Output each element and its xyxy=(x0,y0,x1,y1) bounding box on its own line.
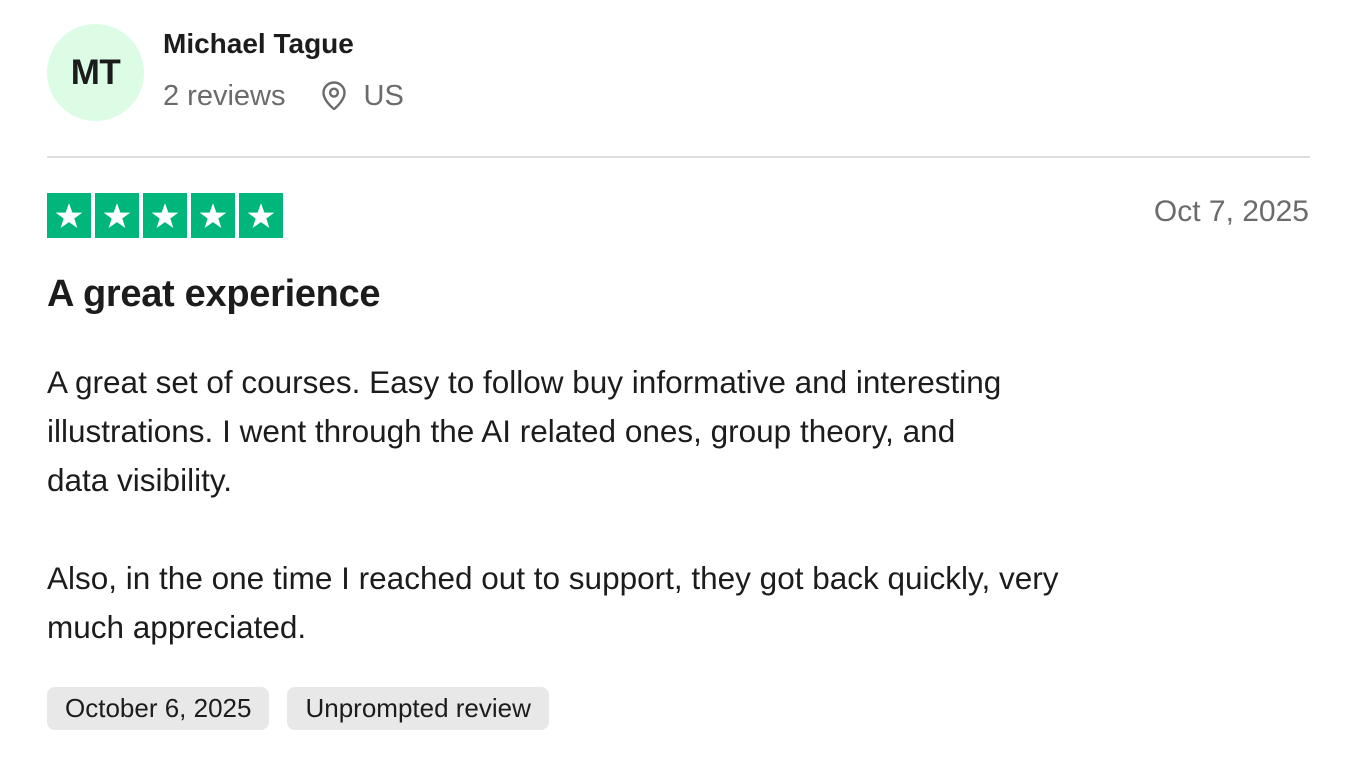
review-paragraph: Also, in the one time I reached out to s… xyxy=(47,554,1247,652)
review-line: Also, in the one time I reached out to s… xyxy=(47,560,1059,596)
review-tags: October 6, 2025 Unprompted review xyxy=(47,687,549,730)
reviewer-location: US xyxy=(363,79,404,112)
divider xyxy=(47,156,1310,158)
map-pin-icon xyxy=(321,81,346,110)
review-paragraph: A great set of courses. Easy to follow b… xyxy=(47,358,1247,505)
star-rating xyxy=(47,193,283,238)
review-type-badge[interactable]: Unprompted review xyxy=(287,687,549,730)
review-line: illustrations. I went through the AI rel… xyxy=(47,413,956,449)
review-body: A great set of courses. Easy to follow b… xyxy=(47,358,1247,652)
review-line: A great set of courses. Easy to follow b… xyxy=(47,364,1002,400)
star-icon xyxy=(191,193,235,238)
star-icon xyxy=(143,193,187,238)
avatar[interactable]: MT xyxy=(47,24,144,121)
review-count: 2 reviews xyxy=(163,79,286,112)
star-icon xyxy=(95,193,139,238)
star-icon xyxy=(47,193,91,238)
reviewer-meta: 2 reviews US xyxy=(163,76,404,116)
experience-date-badge: October 6, 2025 xyxy=(47,687,270,730)
star-icon xyxy=(239,193,283,238)
review-line: much appreciated. xyxy=(47,609,307,645)
review-card: MT Michael Tague 2 reviews US Oct 7, 202… xyxy=(0,0,1360,762)
review-line: data visibility. xyxy=(47,462,232,498)
review-title: A great experience xyxy=(47,273,381,315)
reviewer-name[interactable]: Michael Tague xyxy=(163,28,354,60)
review-date: Oct 7, 2025 xyxy=(1153,195,1309,228)
